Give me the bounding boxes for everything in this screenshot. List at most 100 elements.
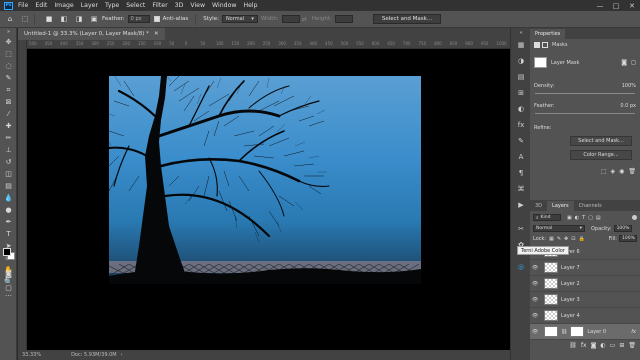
lock-position-icon[interactable]: ✥ (564, 236, 568, 242)
add-mask-icon[interactable]: ◙ (591, 342, 597, 349)
filter-adjustment-icon[interactable]: ◐ (575, 215, 579, 221)
lock-transparent-icon[interactable]: ▦ (549, 236, 554, 242)
pen-tool-icon[interactable]: ✒ (0, 216, 17, 228)
chevron-right-icon[interactable]: › (121, 352, 123, 358)
filter-toggle[interactable] (632, 215, 637, 220)
opacity-input[interactable]: 100% (613, 225, 632, 232)
height-input[interactable] (334, 15, 353, 23)
close-button[interactable]: ✕ (624, 0, 640, 11)
layer-row[interactable]: 👁 Layer 3 (530, 292, 640, 308)
eye-icon[interactable]: 👁 (530, 313, 540, 319)
layer-row[interactable]: 👁 Layer 7 (530, 260, 640, 276)
filter-kind-select[interactable]: ⌕ Kind (533, 214, 561, 221)
select-and-mask-button[interactable]: Select and Mask... (372, 14, 442, 24)
canvas-workspace[interactable] (27, 49, 510, 350)
home-icon[interactable]: ⌂ (5, 14, 15, 24)
load-selection-icon[interactable]: ⬚ (601, 168, 607, 175)
eye-icon[interactable]: 👁 (530, 329, 540, 335)
menu-select[interactable]: Select (126, 2, 145, 9)
brush-tool-icon[interactable]: ✏ (0, 132, 17, 144)
lock-image-icon[interactable]: ✎ (557, 236, 561, 242)
menu-type[interactable]: Type (105, 2, 119, 9)
layer-mask-thumbnail[interactable] (570, 326, 585, 337)
eyedropper-tool-icon[interactable]: ⁄ (0, 108, 17, 120)
libraries-panel-icon[interactable]: ⊞ (511, 85, 531, 101)
menu-help[interactable]: Help (243, 2, 257, 9)
adjustment-layer-icon[interactable]: ◐ (600, 342, 605, 349)
blend-mode-select[interactable]: Normal ▾ (533, 225, 585, 232)
delete-mask-icon[interactable]: 🗑 (628, 168, 636, 175)
filter-pixel-icon[interactable]: ▣ (567, 215, 572, 221)
eye-icon[interactable]: 👁 (530, 297, 540, 303)
add-selection-icon[interactable]: ◧ (59, 14, 69, 24)
density-slider[interactable] (535, 93, 635, 94)
filter-shape-icon[interactable]: ▢ (588, 215, 593, 221)
history-brush-icon[interactable]: ↺ (0, 156, 17, 168)
select-pixel-mask-icon[interactable]: ◙ (621, 59, 627, 66)
history-panel-icon[interactable]: ▦ (511, 37, 531, 53)
menu-view[interactable]: View (190, 2, 205, 9)
glyphs-panel-icon[interactable]: ⌘ (511, 181, 531, 197)
delete-layer-icon[interactable]: 🗑 (628, 342, 636, 349)
antialias-checkbox[interactable] (153, 16, 160, 22)
apply-mask-icon[interactable]: ◈ (611, 168, 616, 175)
quick-mask-icon[interactable]: ◙ (0, 268, 17, 280)
swap-icon[interactable]: ⇄ (302, 16, 307, 23)
dodge-tool-icon[interactable]: ● (0, 204, 17, 216)
add-style-icon[interactable]: fx (581, 342, 587, 349)
lasso-tool-icon[interactable]: ◌ (0, 60, 17, 72)
add-vector-mask-icon[interactable]: ◻ (631, 59, 636, 66)
menu-filter[interactable]: Filter (152, 2, 167, 9)
pixel-mask-icon[interactable] (534, 42, 540, 48)
maximize-button[interactable]: □ (608, 0, 624, 11)
healing-brush-icon[interactable]: ✚ (0, 120, 17, 132)
move-tool-icon[interactable]: ✥ (0, 36, 17, 48)
actions-panel-icon[interactable]: ▶ (511, 197, 531, 213)
tab-layers[interactable]: Layers (547, 201, 574, 211)
style-select[interactable]: Normal ▾ (221, 15, 258, 23)
eye-icon[interactable]: 👁 (530, 265, 540, 271)
tools-settings-icon[interactable]: ✂ (511, 221, 531, 237)
quick-select-tool-icon[interactable]: ✎ (0, 72, 17, 84)
brush-settings-icon[interactable]: ✎ (511, 133, 531, 149)
filter-type-icon[interactable]: T (582, 215, 585, 221)
feather-input[interactable]: 0 px (127, 15, 150, 23)
lock-all-icon[interactable]: 🔒 (578, 236, 584, 242)
filter-smart-icon[interactable]: ▤ (596, 215, 601, 221)
eraser-tool-icon[interactable]: ◫ (0, 168, 17, 180)
eye-icon[interactable]: 👁 (530, 281, 540, 287)
clone-stamp-icon[interactable]: ⊥ (0, 144, 17, 156)
layer-row[interactable]: 👁 Layer 2 (530, 276, 640, 292)
feather-slider[interactable] (535, 113, 635, 114)
swatches-panel-icon[interactable]: ▤ (511, 69, 531, 85)
layer-row-selected[interactable]: 👁 ⛓ Layer 0 fx (530, 324, 640, 340)
select-and-mask-panel-button[interactable]: Select and Mask... (570, 136, 632, 146)
group-icon[interactable]: ▭ (610, 342, 616, 349)
link-icon[interactable]: ⛓ (561, 329, 567, 335)
blur-tool-icon[interactable]: 💧 (0, 192, 17, 204)
marquee-tool-icon[interactable]: ⬚ (0, 48, 17, 60)
vector-mask-icon[interactable] (542, 42, 548, 48)
collapse-icon[interactable]: » (0, 28, 17, 36)
menu-image[interactable]: Image (54, 2, 73, 9)
menu-file[interactable]: File (18, 2, 28, 9)
new-selection-icon[interactable]: ■ (44, 14, 54, 24)
tab-channels[interactable]: Channels (574, 201, 607, 211)
collapse-icon[interactable]: « (511, 28, 531, 37)
screen-mode-icon[interactable]: ▢ (0, 282, 17, 294)
intersect-selection-icon[interactable]: ▣ (89, 14, 99, 24)
menu-3d[interactable]: 3D (175, 2, 184, 9)
adjustments-panel-icon[interactable]: ◐ (511, 101, 531, 117)
frame-tool-icon[interactable]: ⊠ (0, 96, 17, 108)
color-panel-icon[interactable]: ◑ (511, 53, 531, 69)
paragraph-panel-icon[interactable]: ¶ (511, 165, 531, 181)
type-tool-icon[interactable]: T (0, 228, 17, 240)
doc-size[interactable]: Doc: 5.93M/39.0M (71, 352, 117, 358)
crop-tool-icon[interactable]: ⌗ (0, 84, 17, 96)
density-value[interactable]: 100% (622, 83, 636, 89)
fill-input[interactable]: 100% (619, 235, 637, 242)
layer-row[interactable]: 👁 Layer 4 (530, 308, 640, 324)
width-input[interactable] (281, 15, 300, 23)
feather-value[interactable]: 0.0 px (620, 103, 636, 109)
document-tab[interactable]: Untitled-1 @ 33.3% (Layer 0, Layer Mask/… (18, 28, 165, 40)
